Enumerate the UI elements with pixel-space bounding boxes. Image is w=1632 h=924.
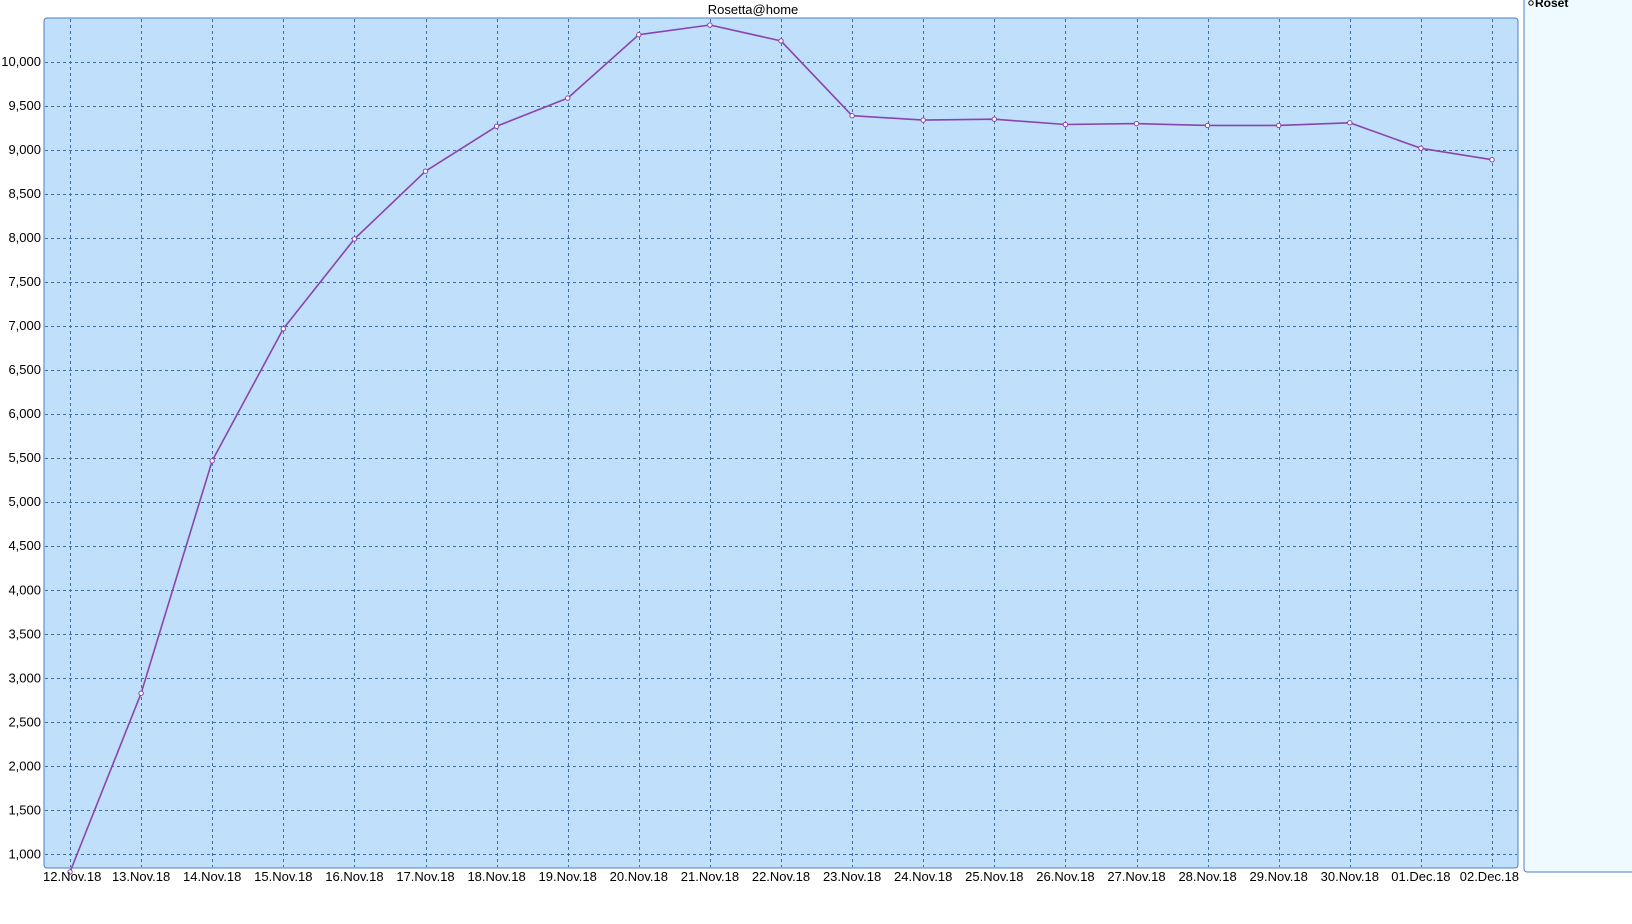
y-tick-label: 4,500 xyxy=(8,538,41,553)
chart-title: Rosetta@home xyxy=(708,2,799,17)
y-tick-label: 2,500 xyxy=(8,714,41,729)
data-point xyxy=(1489,157,1495,163)
data-point xyxy=(565,95,571,101)
y-tick-label: 9,000 xyxy=(8,142,41,157)
x-tick-label: 21.Nov.18 xyxy=(681,869,739,884)
y-tick-label: 5,500 xyxy=(8,450,41,465)
x-tick-label: 16.Nov.18 xyxy=(325,869,383,884)
data-point xyxy=(493,123,500,129)
data-point xyxy=(849,113,855,119)
x-tick-label: 15.Nov.18 xyxy=(254,869,312,884)
x-tick-label: 02.Dec.18 xyxy=(1460,869,1519,884)
data-point xyxy=(1133,120,1140,127)
x-tick-label: 28.Nov.18 xyxy=(1178,869,1236,884)
data-point xyxy=(1204,122,1211,129)
x-tick-label: 30.Nov.18 xyxy=(1321,869,1379,884)
x-tick-label: 26.Nov.18 xyxy=(1036,869,1094,884)
y-tick-label: 1,000 xyxy=(8,846,41,861)
y-tick-label: 10,000 xyxy=(1,54,41,69)
legend: Roset xyxy=(1523,0,1632,873)
y-tick-label: 2,000 xyxy=(8,758,41,773)
data-point xyxy=(1347,120,1353,126)
x-tick-label: 25.Nov.18 xyxy=(965,869,1023,884)
y-tick-label: 3,000 xyxy=(8,670,41,685)
data-point xyxy=(422,168,429,174)
y-tick-label: 6,000 xyxy=(8,406,41,421)
x-tick-label: 24.Nov.18 xyxy=(894,869,952,884)
data-point xyxy=(1418,145,1424,152)
y-tick-label: 8,500 xyxy=(8,186,41,201)
y-tick-label: 5,000 xyxy=(8,494,41,509)
x-tick-label: 20.Nov.18 xyxy=(610,869,668,884)
legend-label: Roset xyxy=(1535,0,1568,10)
y-tick-label: 6,500 xyxy=(8,362,41,377)
y-tick-label: 3,500 xyxy=(8,626,41,641)
data-point xyxy=(1062,121,1069,128)
data-point xyxy=(138,690,144,696)
y-tick-label: 7,000 xyxy=(8,318,41,333)
data-point xyxy=(636,32,642,38)
x-tick-label: 12.Nov.18 xyxy=(43,869,101,884)
y-tick-label: 9,500 xyxy=(8,98,41,113)
x-tick-label: 13.Nov.18 xyxy=(112,869,170,884)
y-tick-label: 4,000 xyxy=(8,582,41,597)
y-axis-ticks: 1,000 1,500 2,000 2,500 3,000 3,500 4,000 4,500… xyxy=(1,54,41,861)
data-point xyxy=(209,458,215,464)
data-point xyxy=(707,22,713,28)
data-point xyxy=(991,116,997,122)
x-tick-label: 19.Nov.18 xyxy=(539,869,597,884)
data-point xyxy=(1276,122,1282,129)
x-tick-label: 29.Nov.18 xyxy=(1250,869,1308,884)
chart-container: 1,000 1,500 2,000 2,500 3,000 3,500 4,000 4,500… xyxy=(0,0,1632,924)
line-chart: 1,000 1,500 2,000 2,500 3,000 3,500 4,000 4,500… xyxy=(1,0,1632,884)
x-tick-label: 14.Nov.18 xyxy=(183,869,241,884)
data-point xyxy=(920,117,926,123)
data-point xyxy=(280,326,286,332)
data-point xyxy=(351,236,358,242)
y-tick-label: 1,500 xyxy=(8,802,41,817)
x-tick-label: 22.Nov.18 xyxy=(752,869,810,884)
y-tick-label: 8,000 xyxy=(8,230,41,245)
legend-background xyxy=(1523,0,1632,873)
data-point xyxy=(778,38,784,44)
x-tick-label: 27.Nov.18 xyxy=(1107,869,1165,884)
x-tick-label: 01.Dec.18 xyxy=(1391,869,1450,884)
y-tick-label: 7,500 xyxy=(8,274,41,289)
x-tick-label: 18.Nov.18 xyxy=(467,869,525,884)
x-tick-label: 17.Nov.18 xyxy=(396,869,454,884)
x-axis-ticks: 12.Nov.18 13.Nov.18 14.Nov.18 15.Nov.18 16.N… xyxy=(43,869,1519,884)
legend-marker xyxy=(1528,0,1534,6)
x-tick-label: 23.Nov.18 xyxy=(823,869,881,884)
